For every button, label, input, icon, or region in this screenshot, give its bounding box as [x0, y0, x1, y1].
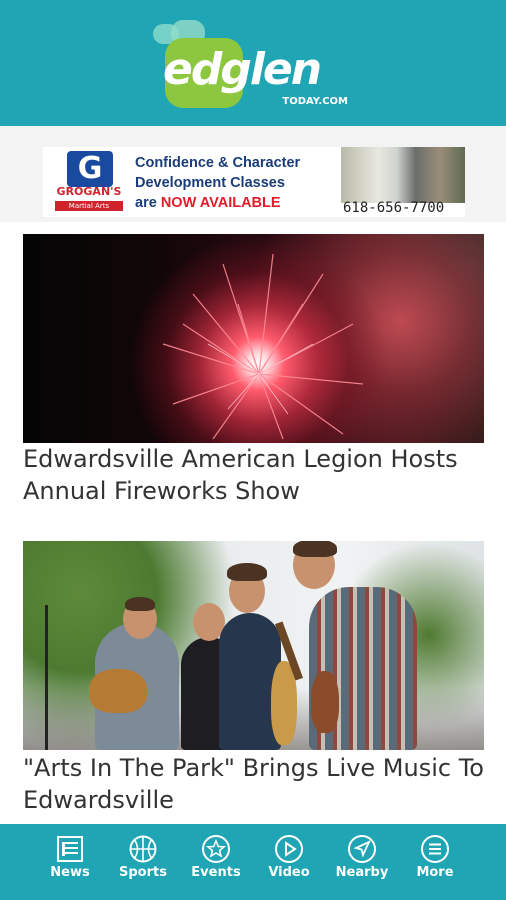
tab-sports[interactable]: Sports: [107, 824, 179, 900]
tab-label: Sports: [119, 865, 167, 880]
ad-brand-name: GROGAN'S: [56, 185, 122, 198]
story-card[interactable]: Edwardsville American Legion Hosts Annua…: [23, 234, 484, 514]
mandolin: [311, 671, 339, 733]
guitar: [89, 669, 147, 713]
ad-copy: Confidence & Character Development Class…: [135, 153, 345, 213]
ad-line-1: Confidence & Character: [135, 155, 301, 171]
fireworks-burst: [162, 253, 364, 440]
play-icon: [275, 835, 303, 863]
ad-line-3: are NOW AVAILABLE: [135, 193, 345, 213]
navigation-icon: [348, 835, 376, 863]
menu-icon: [421, 835, 449, 863]
tab-video[interactable]: Video: [253, 824, 325, 900]
logo-wordmark: edglen: [163, 44, 322, 95]
ad-photo: [341, 147, 465, 203]
musician-hair: [227, 563, 267, 581]
tab-news[interactable]: News: [34, 824, 106, 900]
story-card[interactable]: "Arts In The Park" Brings Live Music To …: [23, 541, 484, 821]
app-header: edglen TODAY.COM: [0, 0, 506, 126]
basketball-icon: [129, 835, 157, 863]
ad-banner[interactable]: G GROGAN'S Martial Arts Confidence & Cha…: [43, 147, 465, 217]
tab-label: Events: [191, 865, 241, 880]
ad-highlight: NOW AVAILABLE: [160, 195, 281, 211]
fireworks-photo[interactable]: [23, 234, 484, 443]
ad-line-3-start: are: [135, 195, 161, 211]
mic-stand: [45, 605, 48, 750]
ad-phone: 618-656-7700: [343, 200, 445, 216]
ad-brand-sub: Martial Arts: [55, 201, 123, 211]
musicians-photo[interactable]: [23, 541, 484, 750]
musician-hair: [125, 597, 155, 611]
ad-brand-logo: G GROGAN'S Martial Arts: [53, 151, 125, 213]
tab-label: More: [416, 865, 454, 880]
tab-label: Video: [268, 865, 310, 880]
edglen-logo[interactable]: edglen TODAY.COM: [153, 20, 358, 114]
star-icon: [202, 835, 230, 863]
news-icon: [57, 836, 83, 862]
ad-brand-initial: G: [67, 151, 113, 187]
tab-events[interactable]: Events: [180, 824, 252, 900]
musician-hair: [293, 541, 337, 557]
tab-label: Nearby: [335, 865, 389, 880]
tab-nearby[interactable]: Nearby: [326, 824, 398, 900]
story-title[interactable]: Edwardsville American Legion Hosts Annua…: [23, 443, 493, 507]
story-title[interactable]: "Arts In The Park" Brings Live Music To …: [23, 752, 493, 816]
tab-more[interactable]: More: [399, 824, 471, 900]
logo-subtitle: TODAY.COM: [282, 96, 348, 107]
bottom-tab-bar: News Sports Events Video Nearby More: [0, 824, 506, 900]
tab-label: News: [50, 865, 90, 880]
ad-line-2: Development Classes: [135, 175, 285, 191]
